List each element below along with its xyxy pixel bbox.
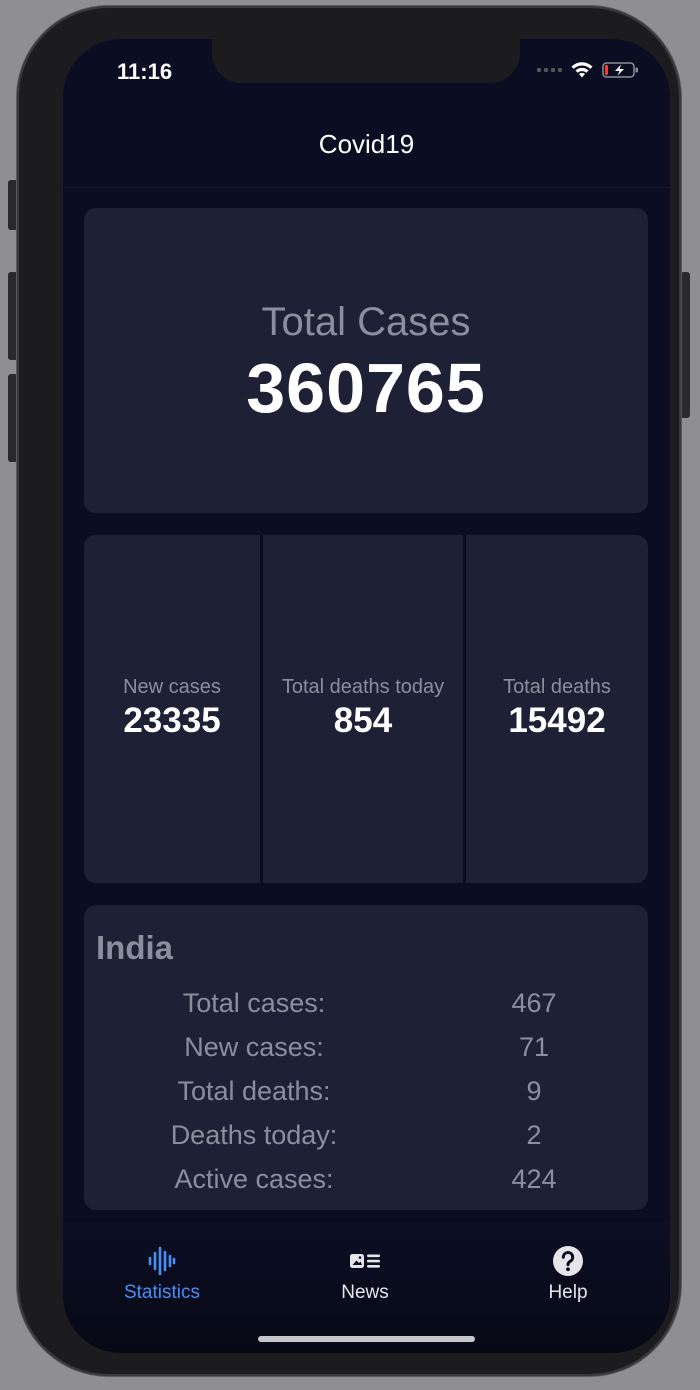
stat-value: 854 [333,701,393,740]
status-icons [537,61,640,79]
row-value: 2 [526,1120,542,1150]
country-card: India Total cases: 467 New cases: 71 Tot… [84,905,648,1210]
tab-statistics[interactable]: Statistics [102,1244,222,1304]
notch [212,39,520,83]
country-row: Total deaths: 9 [84,1076,648,1116]
row-label: Active cases: [174,1164,334,1194]
screen: 11:16 Covid19 Total Cases 360765 New cas… [63,39,670,1353]
total-cases-value: 360765 [246,349,486,427]
country-row: New cases: 71 [84,1032,648,1072]
phone-frame: 11:16 Covid19 Total Cases 360765 New cas… [17,6,681,1376]
total-deaths-stat: Total deaths 15492 [466,535,648,883]
country-row: Deaths today: 2 [84,1120,648,1160]
stat-value: 15492 [508,701,606,740]
stat-value: 23335 [123,701,221,740]
country-name: India [96,929,174,966]
country-row: Total cases: 467 [84,988,648,1028]
row-label: Deaths today: [170,1120,338,1150]
page-title: Covid19 [318,129,415,159]
total-cases-label: Total Cases [261,300,471,344]
row-label: New cases: [184,1032,324,1062]
row-label: Total deaths: [177,1076,331,1106]
stat-label: New cases [123,676,221,698]
help-icon [553,1246,583,1276]
tab-label: Help [548,1282,588,1303]
waveform-icon [148,1246,176,1276]
row-label: Total cases: [182,988,326,1018]
home-indicator[interactable] [258,1336,475,1342]
tab-news[interactable]: News [305,1244,425,1304]
new-cases-stat: New cases 23335 [84,535,263,883]
battery-icon [602,62,638,78]
nav-divider [63,187,670,188]
row-value: 9 [526,1076,542,1106]
stat-label: Total deaths today [281,676,445,698]
row-value: 424 [511,1164,557,1194]
total-cases-card: Total Cases 360765 [84,208,648,513]
wifi-icon [571,62,593,78]
row-value: 71 [518,1032,550,1062]
status-time: 11:16 [117,59,173,84]
tab-bar: Statistics News Help [63,1222,670,1353]
stat-label: Total deaths [503,676,611,698]
row-value: 467 [511,988,557,1018]
signal-icon [537,68,562,72]
country-row: Active cases: 424 [84,1164,648,1204]
news-icon [350,1254,380,1268]
global-stats-card: New cases 23335 Total deaths today 854 T… [84,535,648,883]
tab-label: Statistics [123,1282,201,1303]
power-button [680,272,690,418]
tab-help[interactable]: Help [508,1244,628,1304]
deaths-today-stat: Total deaths today 854 [263,535,466,883]
tab-label: News [341,1282,389,1303]
